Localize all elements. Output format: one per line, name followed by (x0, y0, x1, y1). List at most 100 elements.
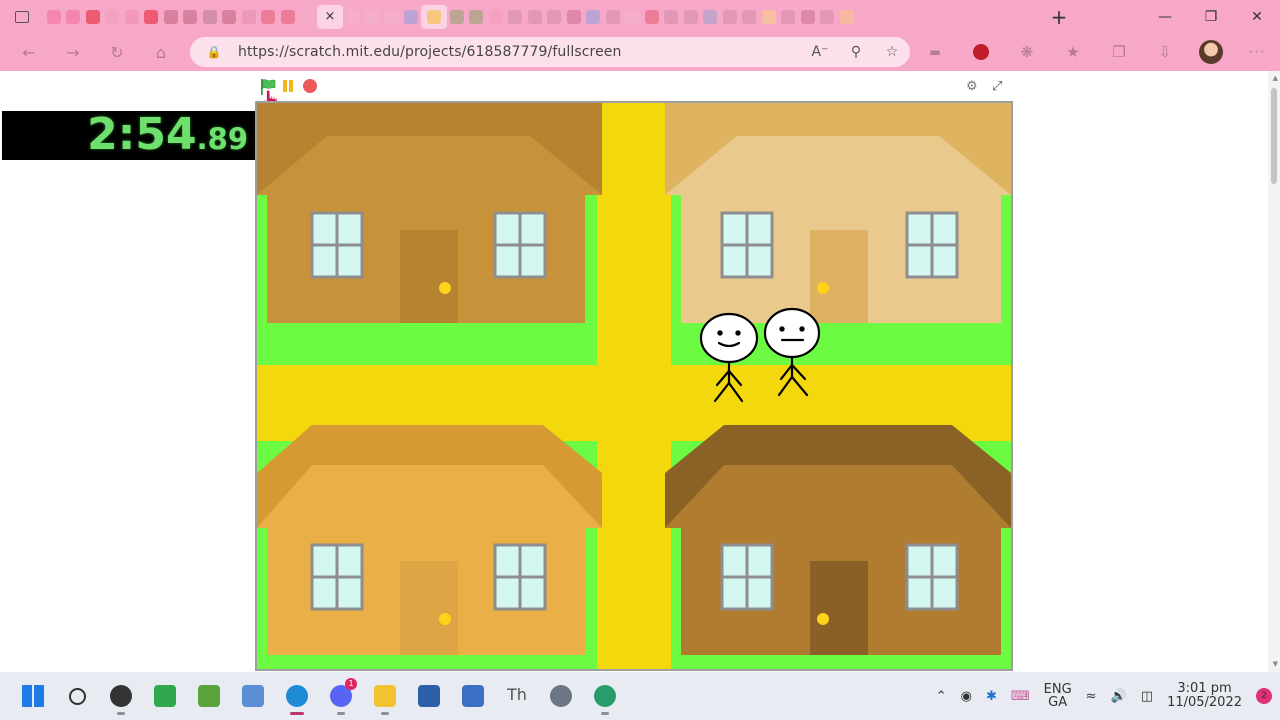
browser-tab[interactable] (298, 5, 318, 29)
refresh-button[interactable]: ↻ (95, 33, 139, 71)
browser-tab[interactable] (83, 5, 103, 29)
home-button[interactable]: ⌂ (139, 33, 183, 71)
favorites-icon[interactable]: ★ (1050, 43, 1096, 61)
taskbar-search[interactable] (55, 674, 99, 718)
taskbar-files[interactable] (363, 674, 407, 718)
extension-icon[interactable]: ▬ (912, 45, 958, 59)
browser-tab[interactable] (343, 5, 363, 29)
settings-menu-icon[interactable]: ··· (1234, 43, 1280, 61)
discord-tray-icon[interactable]: ◉ (961, 689, 972, 704)
language-indicator[interactable]: ENG GA (1044, 683, 1072, 709)
browser-tab[interactable] (363, 5, 383, 29)
browser-tab[interactable] (421, 4, 447, 29)
exit-fullscreen-icon[interactable]: ⤢ (992, 79, 1002, 94)
browser-tab[interactable] (259, 5, 279, 29)
browser-tab[interactable] (161, 5, 181, 29)
notification-badge[interactable]: 2 (1256, 688, 1272, 704)
taskbar-edge[interactable] (275, 674, 319, 718)
browser-tab[interactable] (584, 5, 604, 29)
browser-tab[interactable] (603, 5, 623, 29)
workspaces-button[interactable] (0, 0, 44, 33)
scroll-up-icon[interactable]: ▲ (1273, 74, 1278, 82)
taskbar-edge-dev[interactable] (583, 674, 627, 718)
minimize-button[interactable]: — (1142, 0, 1188, 33)
browser-tab[interactable] (740, 5, 760, 29)
browser-tab[interactable] (642, 5, 662, 29)
browser-tab[interactable] (200, 5, 220, 29)
restore-button[interactable]: ❐ (1188, 0, 1234, 33)
volume-icon[interactable]: 🔊 (1111, 689, 1127, 704)
adblock-icon[interactable] (973, 44, 989, 60)
zoom-icon[interactable]: ⚲ (838, 44, 874, 60)
address-bar[interactable]: 🔒 https://scratch.mit.edu/projects/61858… (190, 37, 910, 67)
downloads-icon[interactable]: ⇩ (1142, 43, 1188, 61)
wifi-icon[interactable]: ≈ (1086, 689, 1097, 704)
taskbar-minecraft[interactable] (187, 674, 231, 718)
close-window-button[interactable]: ✕ (1234, 0, 1280, 33)
browser-tab[interactable] (779, 5, 799, 29)
taskbar-drive[interactable] (143, 674, 187, 718)
new-tab-button[interactable]: + (1044, 5, 1074, 29)
collections-icon[interactable]: ❐ (1096, 43, 1142, 61)
browser-tab[interactable] (759, 5, 779, 29)
browser-tab[interactable] (623, 5, 643, 29)
browser-tab[interactable] (486, 5, 506, 29)
add-favorite-icon[interactable]: ☆ (874, 44, 910, 60)
browser-tab[interactable] (103, 5, 123, 29)
browser-tab[interactable] (44, 5, 64, 29)
browser-tab[interactable] (181, 5, 201, 29)
taskbar-word[interactable] (407, 674, 451, 718)
browser-tab[interactable] (545, 5, 565, 29)
taskbar-photos[interactable] (231, 674, 275, 718)
browser-tab[interactable] (720, 5, 740, 29)
close-tab-button[interactable]: × (317, 4, 343, 29)
taskbar-obs[interactable] (99, 674, 143, 718)
browser-tab[interactable] (220, 5, 240, 29)
stop-button[interactable] (303, 79, 317, 93)
browser-tab[interactable] (525, 5, 545, 29)
browser-tab[interactable] (64, 5, 84, 29)
browser-tab[interactable] (278, 5, 298, 29)
extensions-puzzle-icon[interactable]: ❋ (1004, 43, 1050, 61)
browser-tab[interactable] (798, 5, 818, 29)
forward-button[interactable]: → (51, 33, 95, 71)
taskbar-settings[interactable] (539, 674, 583, 718)
scroll-down-icon[interactable]: ▼ (1273, 660, 1278, 668)
taskbar-start[interactable] (11, 674, 55, 718)
browser-tab[interactable] (818, 5, 838, 29)
system-tray: ⌃ ◉ ✱ ⌨ ENG GA ≈ 🔊 ◫ 3:01 pm 11/05/2022 2 (929, 672, 1280, 720)
browser-tab[interactable] (402, 5, 422, 29)
tab-favicon-icon (839, 9, 854, 24)
lock-icon[interactable]: 🔒 (190, 45, 238, 59)
taskbar-snip[interactable] (451, 674, 495, 718)
back-button[interactable]: ← (7, 33, 51, 71)
pause-button[interactable] (281, 79, 295, 93)
browser-tab[interactable] (681, 5, 701, 29)
clock[interactable]: 3:01 pm 11/05/2022 (1167, 682, 1242, 710)
address-url[interactable]: https://scratch.mit.edu/projects/6185877… (238, 44, 802, 60)
browser-tab[interactable] (467, 5, 487, 29)
read-aloud-icon[interactable]: A⁻ (802, 44, 838, 60)
scratch-stage[interactable] (255, 101, 1013, 671)
microphone-icon[interactable]: ⌨ (1011, 689, 1030, 704)
browser-tab[interactable] (239, 5, 259, 29)
taskbar-discord[interactable]: 1 (319, 674, 363, 718)
browser-tab[interactable] (142, 5, 162, 29)
battery-icon[interactable]: ◫ (1141, 689, 1153, 704)
show-hidden-icons[interactable]: ⌃ (936, 689, 947, 704)
browser-tab[interactable] (447, 5, 467, 29)
bluetooth-icon[interactable]: ✱ (986, 689, 997, 704)
profile-avatar[interactable] (1199, 40, 1223, 64)
scrollbar-thumb[interactable] (1271, 88, 1277, 184)
browser-tab[interactable] (701, 5, 721, 29)
obs-icon (110, 685, 132, 707)
browser-tab[interactable] (506, 5, 526, 29)
tab-favicon-icon (761, 9, 776, 24)
browser-tab[interactable] (564, 5, 584, 29)
browser-tab[interactable] (662, 5, 682, 29)
taskbar-typora[interactable]: Th (495, 674, 539, 718)
browser-tab[interactable] (122, 5, 142, 29)
browser-tab[interactable] (382, 5, 402, 29)
turbo-mode-icon[interactable]: ⚙ (966, 79, 978, 94)
browser-tab[interactable] (837, 5, 857, 29)
